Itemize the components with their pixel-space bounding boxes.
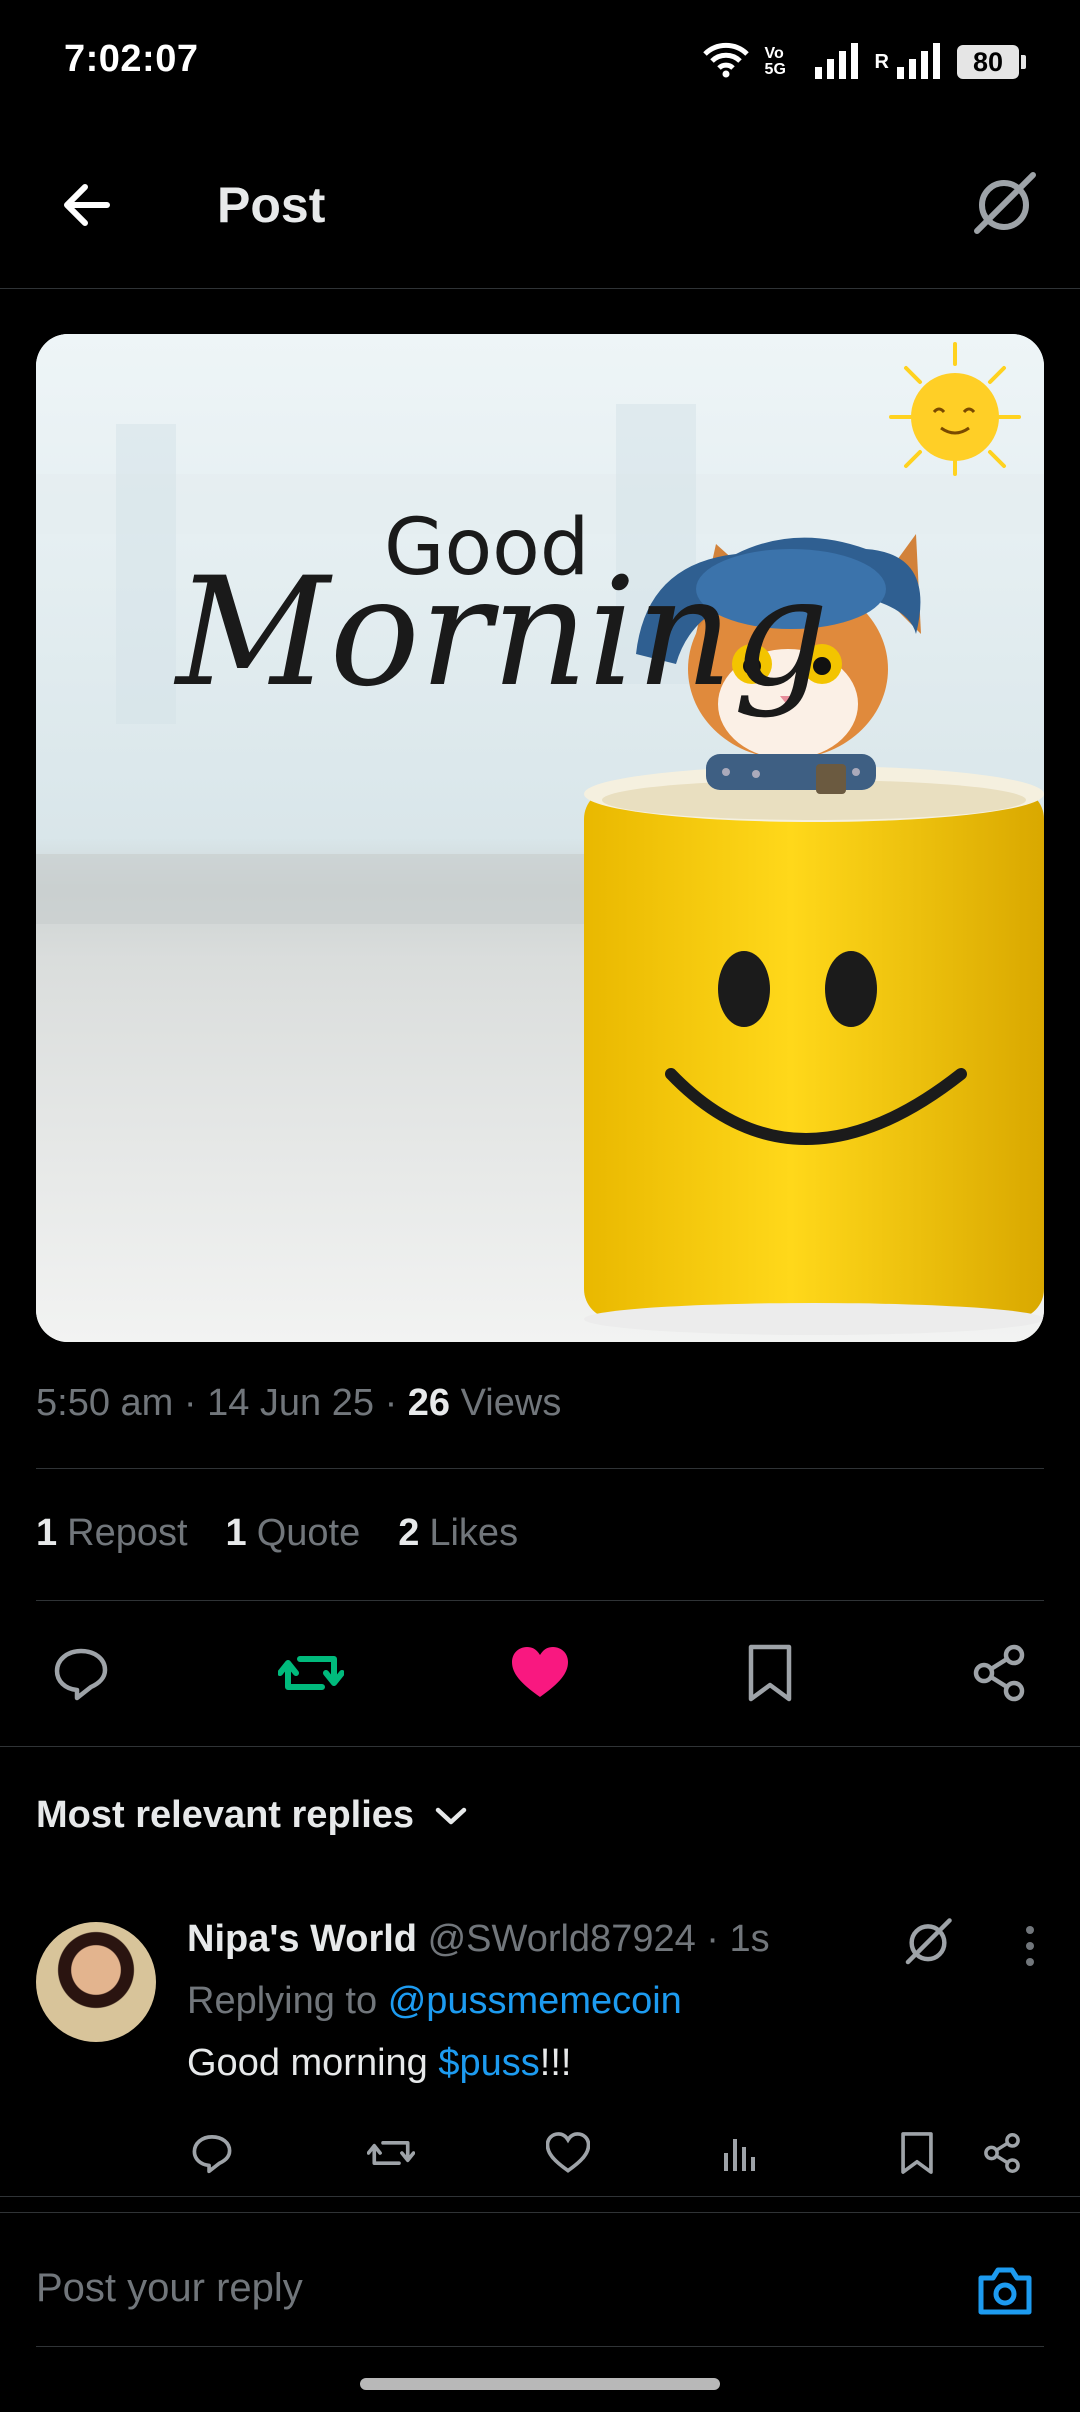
- reply-composer-input[interactable]: Post your reply: [36, 2266, 303, 2311]
- reply-views-button[interactable]: [715, 2118, 765, 2188]
- post-image[interactable]: Good Morning: [36, 334, 1044, 1342]
- replies-sort-dropdown[interactable]: Most relevant replies: [36, 1794, 468, 1837]
- reply-repost-button[interactable]: [363, 2118, 419, 2188]
- reply-share-button[interactable]: [977, 2118, 1027, 2188]
- replying-to-link[interactable]: @pussmemecoin: [388, 1980, 682, 2022]
- quotes-stat[interactable]: 1 Quote: [226, 1512, 361, 1555]
- views-count: 26: [407, 1382, 451, 1424]
- signal-2-icon: [895, 41, 943, 84]
- share-button[interactable]: [954, 1628, 1044, 1718]
- signal-icon: [813, 41, 861, 84]
- media-headline-large: Morning: [173, 546, 829, 720]
- reposts-stat[interactable]: 1 Repost: [36, 1512, 188, 1555]
- replying-to-line: Replying to @pussmemecoin: [187, 1980, 682, 2023]
- repost-icon: [367, 2141, 415, 2165]
- arrow-left-icon: [64, 184, 110, 226]
- grok-icon: [974, 172, 1036, 234]
- reply-bookmark-button[interactable]: [892, 2118, 942, 2188]
- reply-reply-button[interactable]: [187, 2118, 237, 2188]
- likes-stat[interactable]: 2 Likes: [398, 1512, 518, 1555]
- top-app-bar: [0, 120, 1080, 289]
- more-vertical-icon: [1026, 1926, 1034, 1966]
- heart-filled-icon: [512, 1647, 568, 1697]
- avatar[interactable]: [36, 1922, 156, 2042]
- reply-display-name[interactable]: Nipa's World: [187, 1918, 417, 1960]
- share-icon: [984, 2133, 1020, 2173]
- engagement-stats: 1 Repost 1 Quote 2 Likes: [36, 1512, 518, 1555]
- replies-sort-label: Most relevant replies: [36, 1794, 415, 1836]
- chevron-down-icon: [435, 1807, 467, 1824]
- reply-text: Good morning $puss!!!: [187, 2042, 571, 2085]
- reply-text-start: Good morning: [187, 2042, 439, 2084]
- like-button[interactable]: [495, 1628, 585, 1718]
- bookmark-button[interactable]: [725, 1628, 815, 1718]
- quotes-label: Quote: [256, 1512, 361, 1554]
- post-meta: 5:50 am · 14 Jun 25 · 26 Views: [36, 1382, 562, 1424]
- page-title: Post: [217, 177, 326, 233]
- composer-top-border: [0, 2212, 1080, 2213]
- gesture-home-indicator[interactable]: [360, 2378, 720, 2390]
- bookmark-icon: [748, 1644, 791, 1702]
- reply-icon: [54, 1648, 108, 1701]
- post-action-bar: [36, 1618, 1044, 1728]
- reply-handle[interactable]: @SWorld87924: [428, 1918, 696, 1960]
- reply-like-button[interactable]: [543, 2118, 593, 2188]
- repost-button[interactable]: [266, 1628, 356, 1718]
- composer-underline: [36, 2346, 1044, 2347]
- repost-icon: [277, 1656, 344, 1690]
- reposts-label: Repost: [67, 1512, 188, 1554]
- camera-icon: [978, 2267, 1032, 2315]
- share-icon: [973, 1644, 1025, 1702]
- heart-icon: [546, 2132, 590, 2173]
- views-label: Views: [460, 1382, 562, 1424]
- status-time: 7:02:07: [64, 38, 199, 80]
- post-date: 14 Jun 25: [207, 1382, 375, 1424]
- back-button[interactable]: [52, 170, 122, 240]
- divider: [36, 1468, 1044, 1469]
- divider: [0, 1746, 1080, 1747]
- likes-count: 2: [398, 1512, 420, 1554]
- grok-button[interactable]: [966, 166, 1042, 242]
- divider: [0, 2196, 1080, 2197]
- divider: [36, 1600, 1044, 1601]
- reply-more-button[interactable]: [1010, 1916, 1050, 1976]
- battery-cap: [1021, 55, 1026, 69]
- replying-prefix: Replying to: [187, 1980, 378, 2022]
- network-type-label: Vo 5G: [764, 45, 786, 78]
- reply-header: Nipa's World @SWorld87924 · 1s: [187, 1918, 770, 1960]
- reply-icon: [192, 2135, 232, 2174]
- grok-icon: [905, 1918, 952, 1965]
- post-time: 5:50 am: [36, 1382, 174, 1424]
- reply-grok-button[interactable]: [898, 1912, 958, 1972]
- reply-button[interactable]: [36, 1628, 126, 1718]
- good-morning-illustration: Good Morning: [36, 334, 1044, 1342]
- cashtag-link[interactable]: $puss: [438, 2042, 539, 2084]
- reply-time: 1s: [729, 1918, 770, 1960]
- bookmark-icon: [901, 2132, 933, 2174]
- battery-indicator: 80: [957, 45, 1019, 79]
- analytics-icon: [724, 2139, 755, 2171]
- wifi-icon: [701, 40, 751, 85]
- roaming-label: R: [874, 50, 889, 73]
- camera-button[interactable]: [970, 2256, 1040, 2326]
- reply-action-bar: [187, 2118, 1027, 2188]
- reposts-count: 1: [36, 1512, 58, 1554]
- status-icons: Vo 5G R 80: [701, 40, 1026, 84]
- reply-text-end: !!!: [539, 2042, 572, 2084]
- likes-label: Likes: [429, 1512, 519, 1554]
- quotes-count: 1: [225, 1512, 247, 1554]
- smiley-mug-illustration: [584, 766, 1044, 1335]
